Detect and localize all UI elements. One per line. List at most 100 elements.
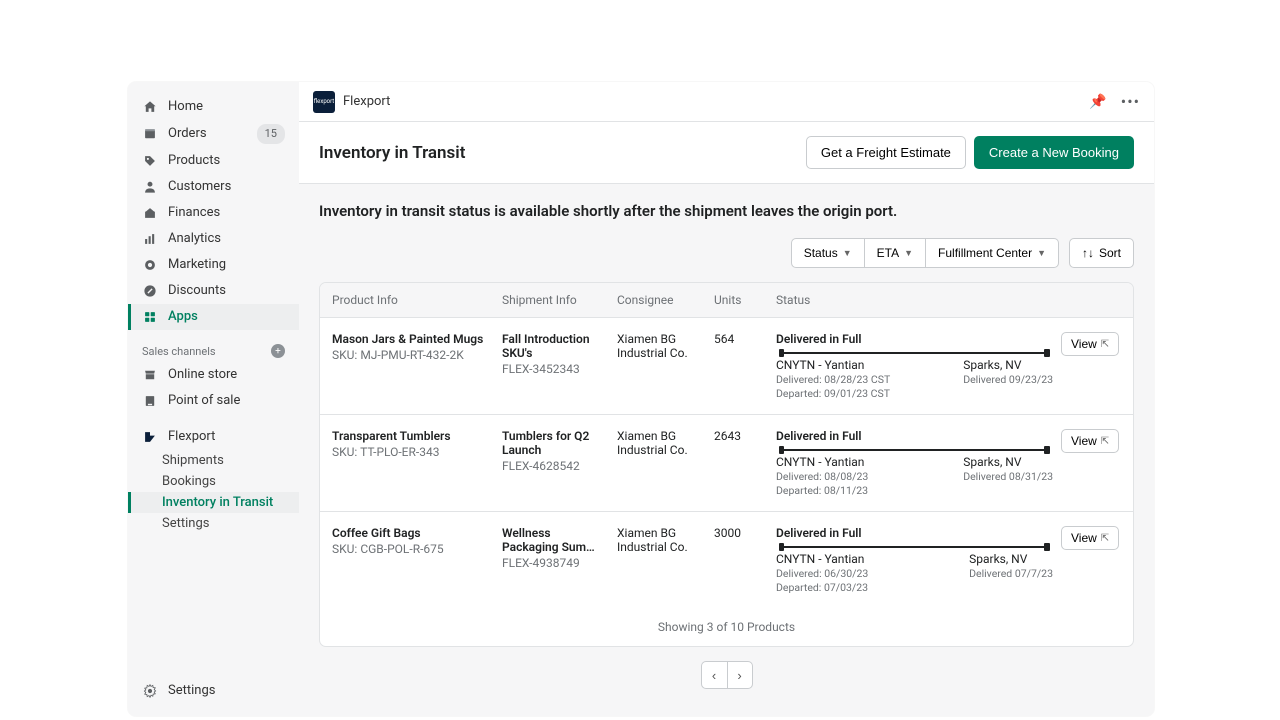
status-label: Delivered in Full (776, 526, 1053, 540)
channel-online-store[interactable]: Online store (128, 362, 299, 388)
pin-icon[interactable]: 📌 (1089, 94, 1106, 110)
nav-orders[interactable]: Orders15 (128, 120, 299, 148)
pos-icon (142, 393, 158, 409)
nav-apps[interactable]: Apps (128, 304, 299, 330)
apps-icon (142, 309, 158, 325)
view-button[interactable]: View⇱ (1061, 526, 1119, 550)
sub-shipments[interactable]: Shipments (128, 450, 299, 471)
filter-eta[interactable]: ETA▼ (865, 238, 926, 268)
filter-bar: Status▼ ETA▼ Fulfillment Center▼ ↑↓Sort (319, 238, 1134, 268)
sidebar: Home Orders15 Products Customers Finance… (128, 82, 299, 716)
shipment-title: Tumblers for Q2 Launch (502, 429, 609, 457)
nav-label: Discounts (168, 282, 226, 300)
nav-analytics[interactable]: Analytics (128, 226, 299, 252)
table-header: Product Info Shipment Info Consignee Uni… (320, 283, 1133, 318)
pagination: ‹ › (319, 661, 1134, 689)
store-icon (142, 367, 158, 383)
sub-bookings[interactable]: Bookings (128, 471, 299, 492)
progress-bar (780, 449, 1049, 451)
dest-location: Sparks, NV (969, 552, 1053, 566)
external-link-icon: ⇱ (1101, 533, 1109, 544)
nav-products[interactable]: Products (128, 148, 299, 174)
status-label: Delivered in Full (776, 429, 1053, 443)
main-content: flexport Flexport 📌 ••• Inventory in Tra… (299, 82, 1154, 716)
gear-icon (142, 683, 158, 699)
filter-fulfillment-center[interactable]: Fulfillment Center▼ (926, 238, 1059, 268)
channel-pos[interactable]: Point of sale (128, 388, 299, 414)
origin-departed: Departed: 08/11/23 (776, 484, 868, 497)
sub-settings[interactable]: Settings (128, 513, 299, 534)
nav-label: Home (168, 98, 203, 116)
consignee: Xiamen BG Industrial Co. (617, 429, 714, 497)
status-label: Delivered in Full (776, 332, 1053, 346)
progress-bar (780, 352, 1049, 354)
shipment-title: Wellness Packaging Sum… (502, 526, 609, 554)
nav-settings-footer[interactable]: Settings (128, 678, 299, 704)
products-icon (142, 153, 158, 169)
view-button[interactable]: View⇱ (1061, 429, 1119, 453)
nav-label: Customers (168, 178, 231, 196)
nav-label: Online store (168, 366, 237, 384)
nav-label: Settings (168, 682, 215, 700)
consignee: Xiamen BG Industrial Co. (617, 526, 714, 594)
origin-location: CNYTN - Yantian (776, 358, 890, 372)
th-status: Status (776, 293, 1061, 307)
shipment-id: FLEX-3452343 (502, 362, 609, 376)
add-channel-icon[interactable]: + (271, 344, 285, 358)
customers-icon (142, 179, 158, 195)
product-name: Transparent Tumblers (332, 429, 494, 443)
th-units: Units (714, 293, 776, 307)
create-booking-button[interactable]: Create a New Booking (974, 136, 1134, 169)
inventory-table: Product Info Shipment Info Consignee Uni… (319, 282, 1134, 647)
nav-label: Flexport (168, 428, 215, 446)
view-button[interactable]: View⇱ (1061, 332, 1119, 356)
units: 564 (714, 332, 776, 400)
sort-icon: ↑↓ (1082, 246, 1094, 260)
caret-down-icon: ▼ (843, 248, 852, 258)
shipment-id: FLEX-4938749 (502, 556, 609, 570)
shipment-title: Fall Introduction SKU's (502, 332, 609, 360)
finances-icon (142, 205, 158, 221)
table-footer: Showing 3 of 10 Products (320, 608, 1133, 646)
nav-label: Finances (168, 204, 220, 222)
nav-label: Apps (168, 308, 198, 326)
dest-delivered: Delivered 08/31/23 (963, 470, 1053, 483)
sub-inventory-in-transit[interactable]: Inventory in Transit (128, 492, 299, 513)
consignee: Xiamen BG Industrial Co. (617, 332, 714, 400)
product-sku: SKU: MJ-PMU-RT-432-2K (332, 348, 494, 362)
nav-label: Point of sale (168, 392, 240, 410)
brand-name: Flexport (343, 94, 390, 109)
nav-marketing[interactable]: Marketing (128, 252, 299, 278)
more-icon[interactable]: ••• (1121, 92, 1140, 111)
freight-estimate-button[interactable]: Get a Freight Estimate (806, 136, 966, 169)
sales-channels-header: Sales channels + (128, 330, 299, 362)
nav-discounts[interactable]: Discounts (128, 278, 299, 304)
th-consignee: Consignee (617, 293, 714, 307)
page-title: Inventory in Transit (319, 143, 465, 163)
origin-delivered: Delivered: 08/28/23 CST (776, 373, 890, 386)
page-header: Inventory in Transit Get a Freight Estim… (299, 122, 1154, 184)
marketing-icon (142, 257, 158, 273)
nav-label: Orders (168, 125, 207, 143)
nav-label: Analytics (168, 230, 221, 248)
pager-prev[interactable]: ‹ (701, 661, 727, 689)
app-flexport[interactable]: Flexport (128, 424, 299, 450)
nav-finances[interactable]: Finances (128, 200, 299, 226)
discounts-icon (142, 283, 158, 299)
sort-button[interactable]: ↑↓Sort (1069, 238, 1134, 268)
origin-location: CNYTN - Yantian (776, 552, 868, 566)
dest-delivered: Delivered 09/23/23 (963, 373, 1053, 386)
progress-bar (780, 546, 1049, 548)
nav-customers[interactable]: Customers (128, 174, 299, 200)
origin-delivered: Delivered: 08/08/23 (776, 470, 868, 483)
table-row: Mason Jars & Painted Mugs SKU: MJ-PMU-RT… (320, 318, 1133, 415)
product-name: Mason Jars & Painted Mugs (332, 332, 494, 346)
pager-next[interactable]: › (727, 661, 753, 689)
product-sku: SKU: CGB-POL-R-675 (332, 542, 494, 556)
nav-home[interactable]: Home (128, 94, 299, 120)
filter-status[interactable]: Status▼ (791, 238, 865, 268)
units: 2643 (714, 429, 776, 497)
table-row: Transparent Tumblers SKU: TT-PLO-ER-343 … (320, 415, 1133, 512)
nav-label: Marketing (168, 256, 226, 274)
nav-label: Products (168, 152, 220, 170)
